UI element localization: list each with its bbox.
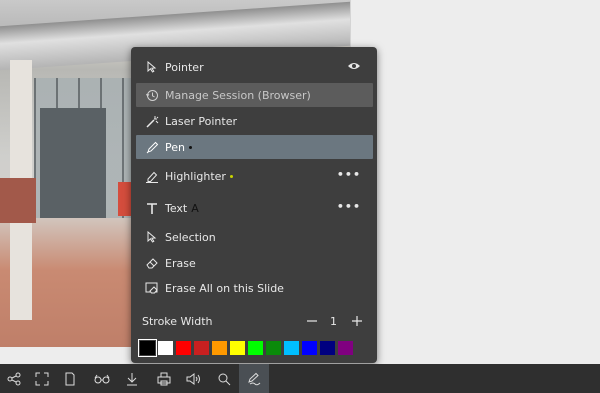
erase-all-icon <box>142 282 162 295</box>
highlighter-more-button[interactable]: ••• <box>337 168 361 181</box>
menu-item-label: Highlighter <box>165 169 226 183</box>
building-door <box>40 108 106 218</box>
color-swatch[interactable] <box>302 341 317 355</box>
highlighter-color-dot <box>229 174 233 178</box>
fullscreen-icon[interactable] <box>28 364 56 393</box>
stroke-width-value: 1 <box>330 314 337 328</box>
color-swatch[interactable] <box>176 341 191 355</box>
annotation-menu: Pointer Manage Session (Browser) Laser P… <box>131 47 377 363</box>
menu-item-label: Manage Session (Browser) <box>165 88 311 102</box>
pointer-icon <box>142 61 162 73</box>
menu-item-erase[interactable]: Erase <box>136 251 373 275</box>
print-icon[interactable] <box>150 364 178 393</box>
menu-item-label: Pointer <box>165 60 204 74</box>
history-icon <box>142 89 162 102</box>
page-icon[interactable] <box>56 364 84 393</box>
search-icon[interactable] <box>210 364 238 393</box>
color-palette <box>138 339 353 357</box>
menu-item-label: Erase All on this Slide <box>165 281 284 295</box>
selection-icon <box>142 231 162 243</box>
menu-item-pointer[interactable]: Pointer <box>136 55 373 79</box>
bottom-toolbar <box>0 364 600 393</box>
menu-item-label: Erase <box>165 256 196 270</box>
slide-blank-area <box>350 0 600 347</box>
text-icon <box>142 202 162 215</box>
download-icon[interactable] <box>118 364 146 393</box>
menu-item-pen[interactable]: Pen <box>136 135 373 159</box>
color-swatch[interactable] <box>266 341 281 355</box>
stroke-decrease-button[interactable] <box>305 312 319 333</box>
menu-item-text[interactable]: Text A ••• <box>136 196 373 220</box>
laser-icon <box>142 115 162 128</box>
menu-item-label: Selection <box>165 230 216 244</box>
menu-item-label: Text <box>165 201 188 215</box>
glasses-icon[interactable] <box>88 364 116 393</box>
annotate-icon[interactable] <box>239 364 269 393</box>
color-swatch[interactable] <box>248 341 263 355</box>
brick-wall <box>0 178 36 223</box>
menu-item-highlighter[interactable]: Highlighter ••• <box>136 164 373 188</box>
color-swatch[interactable] <box>230 341 245 355</box>
share-icon[interactable] <box>0 364 28 393</box>
highlighter-icon <box>142 170 162 183</box>
pen-color-dot <box>188 145 192 149</box>
text-more-button[interactable]: ••• <box>337 200 361 213</box>
eraser-icon <box>142 257 162 269</box>
color-swatch[interactable] <box>158 341 173 355</box>
menu-item-label: Pen <box>165 140 185 154</box>
color-swatch[interactable] <box>338 341 353 355</box>
menu-item-erase-all[interactable]: Erase All on this Slide <box>136 276 373 300</box>
speaker-icon[interactable] <box>180 364 208 393</box>
color-swatch[interactable] <box>320 341 335 355</box>
text-preview: A <box>191 201 199 215</box>
stroke-width-row: Stroke Width 1 <box>142 312 368 330</box>
color-swatch[interactable] <box>284 341 299 355</box>
menu-item-selection[interactable]: Selection <box>136 225 373 249</box>
eye-icon[interactable] <box>347 61 361 74</box>
stroke-increase-button[interactable] <box>350 312 364 333</box>
color-swatch[interactable] <box>138 339 157 357</box>
menu-item-laser-pointer[interactable]: Laser Pointer <box>136 109 373 133</box>
pen-icon <box>142 141 162 154</box>
color-swatch[interactable] <box>212 341 227 355</box>
color-swatch[interactable] <box>194 341 209 355</box>
menu-item-manage-session[interactable]: Manage Session (Browser) <box>136 83 373 107</box>
menu-item-label: Laser Pointer <box>165 114 237 128</box>
stroke-width-label: Stroke Width <box>142 314 213 328</box>
